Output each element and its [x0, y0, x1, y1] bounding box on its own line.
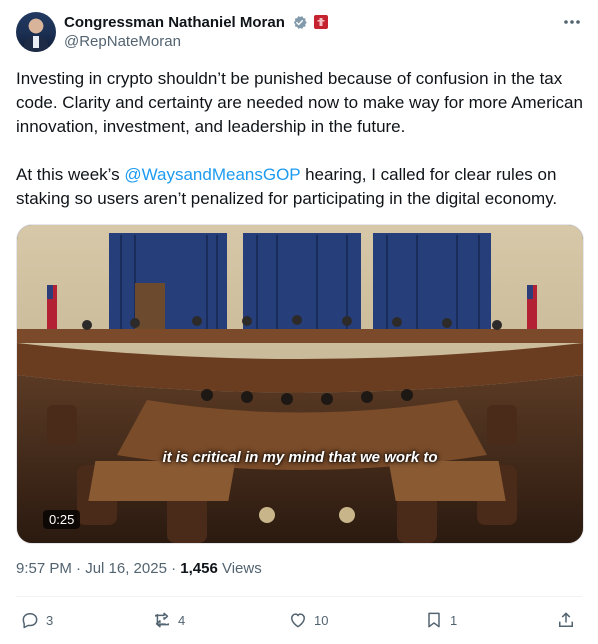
bookmark-icon — [428, 612, 440, 628]
like-count: 10 — [314, 612, 329, 628]
reply-icon — [22, 613, 38, 629]
like-button[interactable]: 10 — [288, 608, 328, 632]
action-bar: 3 4 10 1 — [16, 608, 582, 632]
author-name[interactable]: Congressman Nathaniel Moran — [64, 14, 285, 31]
post-paragraph-1: Investing in crypto shouldn’t be punishe… — [16, 69, 583, 136]
hearing-room-image — [17, 225, 583, 543]
bookmark-count: 1 — [450, 612, 458, 628]
mention-link[interactable]: @WaysandMeansGOP — [124, 165, 300, 184]
paragraph-2-start: At this week’s — [16, 165, 125, 184]
reply-button[interactable]: 3 — [20, 608, 53, 632]
author-name-row: Congressman Nathaniel Moran — [64, 12, 328, 32]
author-handle[interactable]: @RepNateMoran — [64, 33, 181, 50]
post-text: Investing in crypto shouldn’t be punishe… — [16, 67, 586, 211]
video-player[interactable]: it is critical in my mind that we work t… — [16, 224, 584, 544]
post-timestamp[interactable]: 9:57 PM · Jul 16, 2025 · — [16, 560, 180, 577]
video-duration: 0:25 — [43, 510, 81, 529]
divider — [16, 596, 582, 597]
video-caption: it is critical in my mind that we work t… — [162, 449, 438, 466]
repost-icon — [155, 612, 169, 628]
post-paragraph-2: At this week’s @WaysandMeansGOP hearing,… — [16, 163, 586, 211]
views-label: Views — [221, 560, 262, 577]
reply-count: 3 — [46, 612, 54, 628]
avatar-shirt — [33, 36, 39, 48]
more-horizontal-icon — [564, 20, 580, 24]
repost-button[interactable]: 4 — [152, 608, 185, 632]
government-badge-icon — [313, 15, 328, 29]
bookmark-button[interactable]: 1 — [424, 608, 457, 632]
share-button[interactable] — [556, 608, 576, 632]
more-options-button[interactable] — [562, 12, 582, 32]
repost-count: 4 — [178, 612, 186, 628]
verified-badge-icon — [293, 15, 307, 29]
share-icon — [559, 612, 573, 627]
heart-icon — [291, 613, 305, 628]
avatar[interactable] — [16, 12, 56, 52]
views-count: 1,456 — [180, 560, 218, 577]
post-meta: 9:57 PM · Jul 16, 2025 · 1,456 Views — [16, 560, 262, 577]
